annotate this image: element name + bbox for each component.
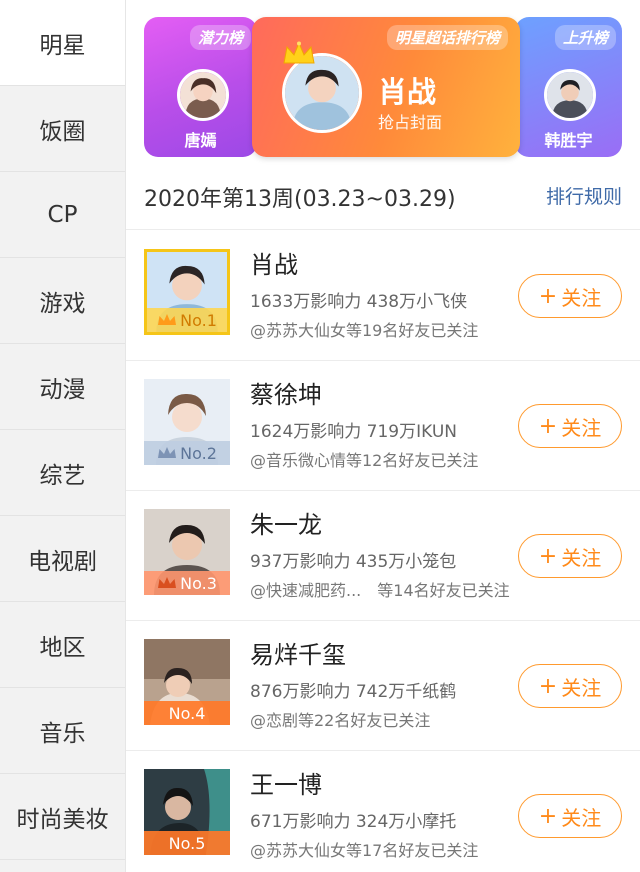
star-name[interactable]: 王一博: [250, 765, 322, 800]
rank-badge: No.4: [144, 701, 230, 725]
influence-stats: 1624万影响力 719万IKUN: [250, 422, 457, 442]
rising-list-tag: 上升榜: [554, 25, 616, 50]
star-name[interactable]: 肖战: [250, 245, 298, 280]
star-topic-ranking-card[interactable]: 明星超话排行榜 肖战 抢占封面: [252, 17, 520, 157]
avatar: [544, 69, 596, 121]
category-sidebar: 明星 饭圈 CP 游戏 动漫 综艺 电视剧 地区 音乐 时尚美妆: [0, 0, 126, 872]
follow-label: 关注: [561, 415, 602, 440]
potential-list-name: 唐嫣: [184, 131, 217, 150]
follow-label: 关注: [561, 675, 602, 700]
influence-stats: 1633万影响力 438万小飞侠: [250, 292, 468, 312]
star-thumbnail: No.3: [144, 509, 230, 595]
potential-list-tag: 潜力榜: [189, 25, 251, 50]
star-name[interactable]: 易烊千玺: [250, 635, 346, 670]
follow-button[interactable]: + 关注: [518, 664, 622, 708]
crown-icon: [158, 314, 177, 325]
rank-number: No.3: [180, 573, 217, 593]
sidebar-item-fashion-beauty[interactable]: 时尚美妆: [0, 774, 125, 860]
rank-number: No.4: [168, 703, 206, 723]
star-thumbnail: No.1: [144, 249, 230, 335]
sidebar-item-music[interactable]: 音乐: [0, 688, 125, 774]
sidebar-item-region[interactable]: 地区: [0, 602, 125, 688]
sidebar-item-stars[interactable]: 明星: [0, 0, 125, 86]
rank-number: No.5: [168, 833, 206, 853]
ranking-rules-link[interactable]: 排行规则: [546, 182, 622, 209]
star-topic-ranking-tag: 明星超话排行榜: [386, 25, 508, 50]
rank-badge: No.1: [147, 308, 227, 332]
main-content: 潜力榜 唐嫣 上升榜 韩胜宇 明星超话排行榜 肖战 抢占封面 2020年第13周…: [126, 0, 640, 872]
grab-cover-label: 抢占封面: [378, 113, 443, 132]
influence-stats: 876万影响力 742万千纸鹤: [250, 682, 457, 702]
crown-icon: [158, 447, 177, 458]
list-item[interactable]: No.1 肖战 1633万影响力 438万小飞侠 @苏苏大仙女等19名好友已关注…: [126, 231, 640, 361]
influence-stats: 937万影响力 435万小笼包: [250, 552, 457, 572]
potential-list-card[interactable]: 潜力榜 唐嫣: [144, 17, 257, 157]
follow-label: 关注: [561, 805, 602, 830]
follow-label: 关注: [561, 545, 602, 570]
rank-badge: No.2: [144, 441, 230, 465]
cover-star-name: 肖战: [378, 75, 437, 109]
week-label: 2020年第13周(03.23~03.29): [144, 187, 456, 212]
star-thumbnail: No.5: [144, 769, 230, 855]
list-item[interactable]: No.2 蔡徐坤 1624万影响力 719万IKUN @音乐微心情等12名好友已…: [126, 361, 640, 491]
crown-icon: [283, 41, 315, 64]
follow-label: 关注: [561, 285, 602, 310]
star-thumbnail: No.2: [144, 379, 230, 465]
sidebar-item-fandom[interactable]: 饭圈: [0, 86, 125, 172]
star-name[interactable]: 朱一龙: [250, 505, 322, 540]
plus-icon: +: [538, 673, 558, 699]
week-header: 2020年第13周(03.23~03.29) 排行规则: [126, 166, 640, 230]
follow-button[interactable]: + 关注: [518, 274, 622, 318]
friends-following: @恋剧等22名好友已关注: [250, 711, 431, 730]
rising-list-card[interactable]: 上升榜 韩胜宇: [515, 17, 622, 157]
plus-icon: +: [538, 283, 558, 309]
follow-button[interactable]: + 关注: [518, 794, 622, 838]
plus-icon: +: [538, 803, 558, 829]
follow-button[interactable]: + 关注: [518, 404, 622, 448]
plus-icon: +: [538, 543, 558, 569]
list-item[interactable]: No.4 易烊千玺 876万影响力 742万千纸鹤 @恋剧等22名好友已关注 +…: [126, 621, 640, 751]
star-thumbnail: No.4: [144, 639, 230, 725]
crown-icon: [158, 577, 177, 588]
sidebar-item-tv-series[interactable]: 电视剧: [0, 516, 125, 602]
plus-icon: +: [538, 413, 558, 439]
friends-following: @音乐微心情等12名好友已关注: [250, 451, 479, 470]
sidebar-item-anime[interactable]: 动漫: [0, 344, 125, 430]
list-item[interactable]: No.5 王一博 671万影响力 324万小摩托 @苏苏大仙女等17名好友已关注…: [126, 751, 640, 872]
sidebar-item-games[interactable]: 游戏: [0, 258, 125, 344]
friends-following: @快速减肥药... 等14名好友已关注: [250, 581, 510, 600]
sidebar-item-variety[interactable]: 综艺: [0, 430, 125, 516]
rank-number: No.2: [180, 443, 217, 463]
ranking-list: No.1 肖战 1633万影响力 438万小飞侠 @苏苏大仙女等19名好友已关注…: [126, 231, 640, 872]
rank-badge: No.3: [144, 571, 230, 595]
star-name[interactable]: 蔡徐坤: [250, 375, 322, 410]
influence-stats: 671万影响力 324万小摩托: [250, 812, 457, 832]
follow-button[interactable]: + 关注: [518, 534, 622, 578]
avatar: [177, 69, 229, 121]
rank-badge: No.5: [144, 831, 230, 855]
sidebar-item-cp[interactable]: CP: [0, 172, 125, 258]
rising-list-name: 韩胜宇: [544, 131, 593, 150]
friends-following: @苏苏大仙女等17名好友已关注: [250, 841, 479, 860]
rank-number: No.1: [180, 310, 217, 330]
friends-following: @苏苏大仙女等19名好友已关注: [250, 321, 479, 340]
ranking-banner: 潜力榜 唐嫣 上升榜 韩胜宇 明星超话排行榜 肖战 抢占封面: [126, 0, 640, 166]
list-item[interactable]: No.3 朱一龙 937万影响力 435万小笼包 @快速减肥药... 等14名好…: [126, 491, 640, 621]
